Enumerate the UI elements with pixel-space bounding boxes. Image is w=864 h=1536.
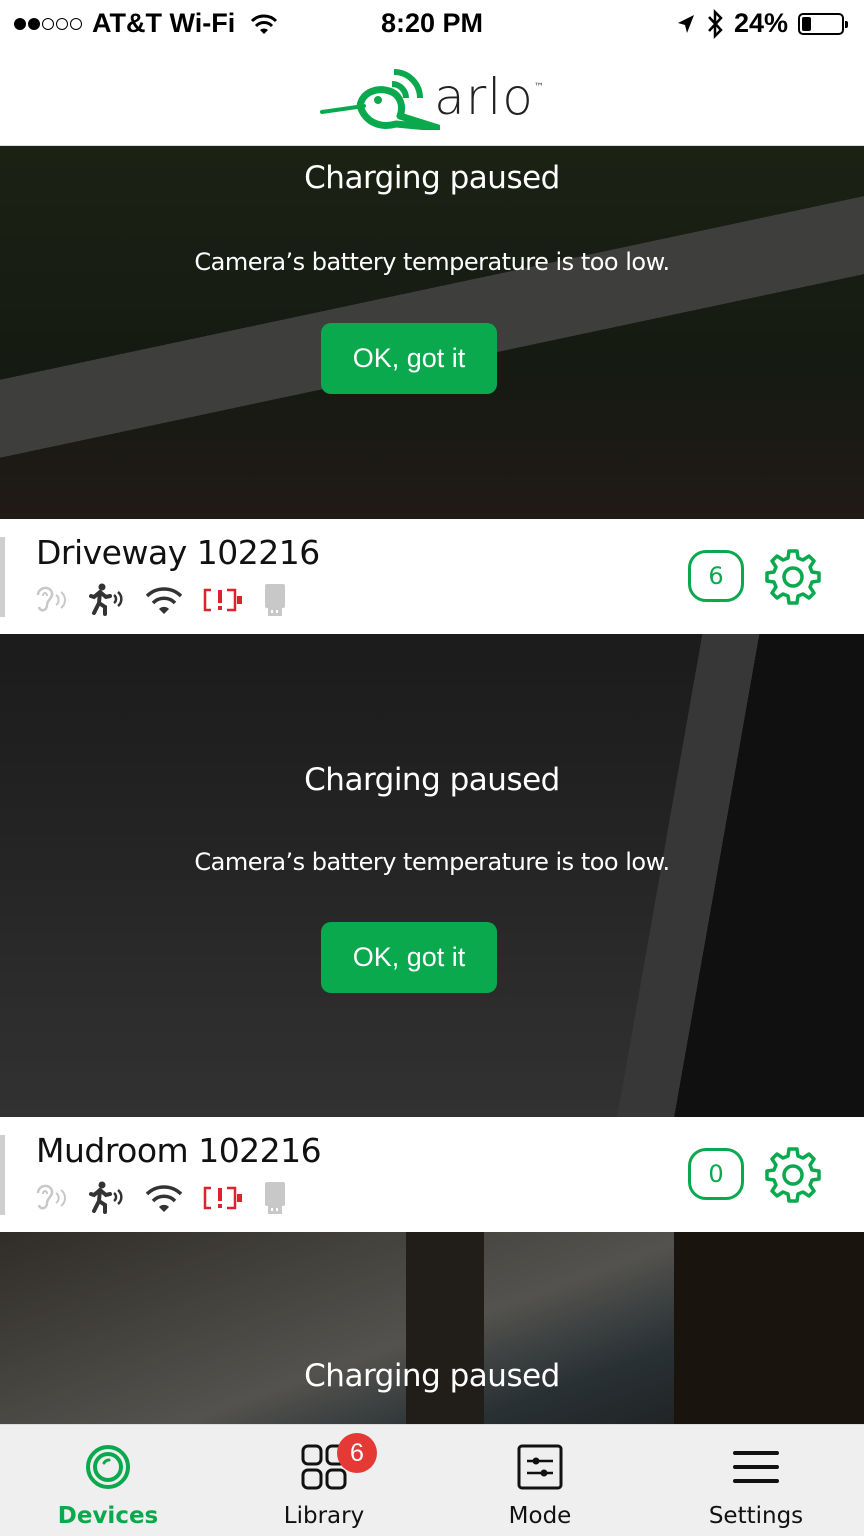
clip-count-badge[interactable]: 6 [688, 550, 744, 602]
camera-row-driveway[interactable]: Driveway 102216 6 [0, 519, 864, 634]
battery-alert-icon [203, 1186, 242, 1210]
tab-label: Devices [57, 1503, 159, 1529]
ok-got-it-button[interactable]: OK, got it [321, 323, 497, 394]
mode-sliders-icon [517, 1444, 563, 1490]
battery-percent: 24% [733, 8, 788, 38]
alert-title: Charging paused [304, 762, 560, 798]
device-feed[interactable]: Charging paused Camera’s battery tempera… [0, 146, 864, 1424]
arlo-wordmark: arlo [434, 67, 534, 126]
tab-label: Mode [508, 1503, 572, 1529]
camera-settings-gear-icon[interactable] [763, 1145, 823, 1205]
audio-ear-icon [36, 1184, 66, 1210]
motion-icon [89, 1181, 123, 1214]
status-bar: AT&T Wi-Fi 8:20 PM 24% [0, 0, 864, 50]
camera-preview-mudroom[interactable]: Charging paused Camera’s battery tempera… [0, 634, 864, 1117]
camera-settings-gear-icon[interactable] [763, 547, 823, 607]
app-header: arlo ™ [0, 50, 864, 146]
camera-name: Driveway 102216 [36, 533, 320, 572]
tab-label: Library [283, 1503, 365, 1529]
tab-settings[interactable]: Settings [648, 1425, 864, 1536]
tab-devices[interactable]: Devices [0, 1425, 216, 1536]
alert-message: Camera’s battery temperature is too low. [194, 248, 670, 276]
devices-camera-icon [86, 1445, 130, 1489]
arlo-bird-icon [320, 68, 441, 130]
tab-library[interactable]: Library [216, 1425, 432, 1536]
camera-preview-third[interactable]: Charging paused [0, 1232, 864, 1424]
battery-icon [798, 12, 848, 35]
location-arrow-icon [677, 14, 694, 33]
wifi-signal-icon [145, 587, 183, 614]
camera-name: Mudroom 102216 [36, 1131, 322, 1170]
alert-title: Charging paused [304, 160, 560, 196]
alert-message: Camera’s battery temperature is too low. [194, 848, 670, 876]
status-bar-right: 24% [676, 8, 848, 39]
trademark: ™ [533, 81, 544, 93]
camera-status-bar [0, 1135, 5, 1215]
usb-storage-icon [265, 584, 285, 616]
bluetooth-icon [708, 8, 723, 39]
arlo-logo: arlo ™ [320, 66, 544, 130]
battery-alert-icon [203, 588, 242, 612]
tab-mode[interactable]: Mode [432, 1425, 648, 1536]
alert-title: Charging paused [304, 1358, 560, 1394]
audio-ear-icon [36, 586, 66, 612]
wifi-signal-icon [145, 1185, 183, 1212]
camera-row-mudroom[interactable]: Mudroom 102216 0 [0, 1117, 864, 1232]
camera-preview-driveway[interactable]: Charging paused Camera’s battery tempera… [0, 146, 864, 519]
motion-icon [89, 583, 123, 616]
usb-storage-icon [265, 1182, 285, 1214]
camera-status-icons [32, 583, 288, 617]
camera-status-bar [0, 537, 5, 617]
tab-label: Settings [708, 1503, 804, 1529]
library-notification-badge: 6 [337, 1433, 377, 1473]
menu-icon [733, 1451, 779, 1483]
camera-status-icons [32, 1181, 288, 1215]
clip-count-badge[interactable]: 0 [688, 1148, 744, 1200]
ok-got-it-button[interactable]: OK, got it [321, 922, 497, 993]
tab-bar: Devices Library Mode Settings 6 [0, 1424, 864, 1536]
